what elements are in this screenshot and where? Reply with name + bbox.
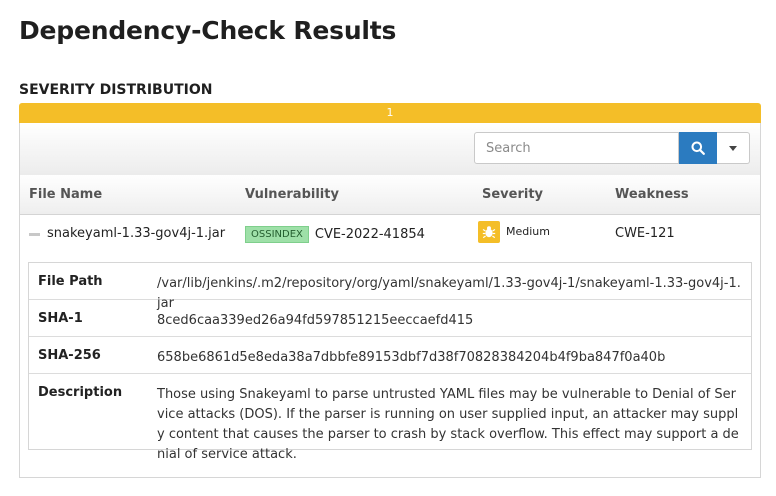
weakness-cell[interactable]: CWE-121 [615, 226, 675, 241]
table-toolbar [20, 123, 760, 176]
table-header: File Name Vulnerability Severity Weaknes… [20, 175, 760, 215]
caret-down-icon [729, 145, 737, 151]
collapse-row-icon[interactable] [29, 233, 40, 236]
severity-distribution-heading: SEVERITY DISTRIBUTION [19, 82, 213, 98]
description-value: Those using Snakeyaml to parse untrusted… [157, 387, 739, 462]
severity-distribution-bar[interactable]: 1 [19, 103, 761, 123]
column-header-weakness[interactable]: Weakness [615, 187, 689, 202]
column-header-file-name[interactable]: File Name [29, 187, 102, 202]
vulnerability-cell: OSSINDEX CVE-2022-41854 [245, 226, 425, 243]
severity-cell: Medium [478, 221, 550, 245]
results-table-panel: File Name Vulnerability Severity Weaknes… [19, 123, 761, 478]
sha1-value: 8ced6caa339ed26a94fd597851215eeccaefd415 [157, 313, 474, 328]
search-icon [691, 141, 705, 155]
search-input[interactable] [474, 132, 679, 164]
bug-icon [478, 221, 500, 243]
detail-row-sha1: SHA-1 8ced6caa339ed26a94fd597851215eecca… [29, 300, 751, 337]
description-label: Description [38, 385, 123, 400]
search-group [474, 132, 750, 164]
sha256-value: 658be6861d5e8eda38a7dbbfe89153dbf7d38f70… [157, 350, 666, 365]
column-header-severity[interactable]: Severity [482, 187, 543, 202]
severity-medium-count: 1 [386, 106, 394, 119]
detail-row-sha256: SHA-256 658be6861d5e8eda38a7dbbfe89153db… [29, 337, 751, 374]
sha1-label: SHA-1 [38, 311, 83, 326]
detail-row-file-path: File Path /var/lib/jenkins/.m2/repositor… [29, 263, 751, 311]
table-row[interactable]: snakeyaml-1.33-gov4j-1.jar OSSINDEX CVE-2… [20, 215, 760, 253]
source-badge: OSSINDEX [245, 226, 309, 243]
page-title: Dependency-Check Results [19, 16, 397, 45]
search-options-dropdown[interactable] [717, 132, 750, 164]
search-button[interactable] [679, 132, 717, 164]
file-path-label: File Path [38, 274, 103, 289]
column-header-vulnerability[interactable]: Vulnerability [245, 187, 339, 202]
detail-row-description: Description Those using Snakeyaml to par… [29, 374, 751, 462]
severity-label: Medium [506, 224, 550, 238]
file-name-cell: snakeyaml-1.33-gov4j-1.jar [47, 226, 226, 241]
sha256-label: SHA-256 [38, 348, 101, 363]
vulnerability-details: File Path /var/lib/jenkins/.m2/repositor… [28, 262, 752, 462]
cve-id[interactable]: CVE-2022-41854 [315, 227, 425, 242]
